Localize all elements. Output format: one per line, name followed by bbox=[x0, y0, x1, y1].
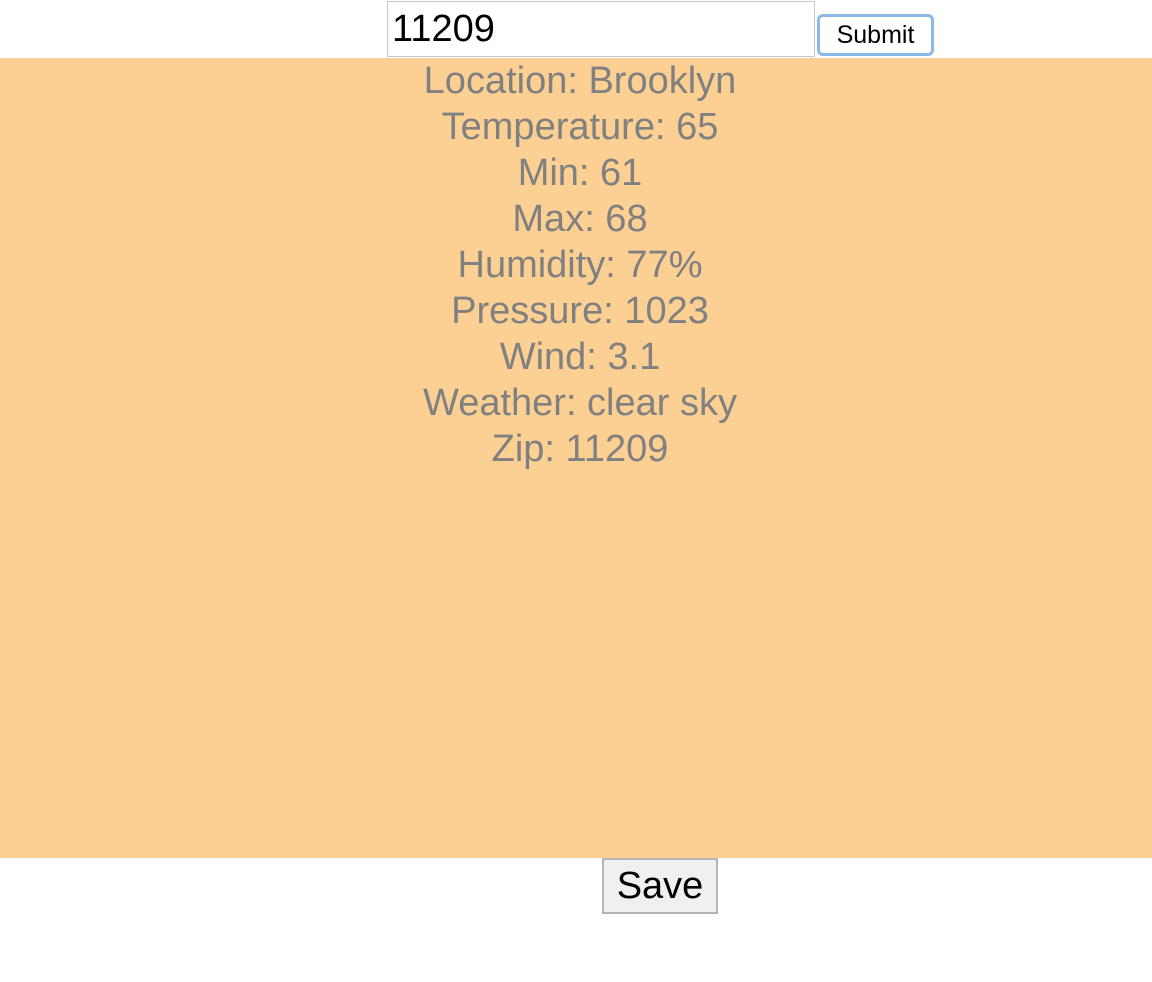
pressure-text: Pressure: 1023 bbox=[451, 290, 709, 332]
submit-button[interactable]: Submit bbox=[817, 14, 934, 56]
location-text: Location: Brooklyn bbox=[423, 60, 737, 102]
wind-text: Wind: 3.1 bbox=[499, 336, 661, 378]
temperature-text: Temperature: 65 bbox=[441, 106, 719, 148]
save-button[interactable]: Save bbox=[602, 858, 718, 914]
weather-description-text: Weather: clear sky bbox=[423, 382, 737, 424]
search-bar: Submit bbox=[0, 0, 1152, 58]
zip-input[interactable] bbox=[387, 1, 815, 57]
min-temperature-text: Min: 61 bbox=[517, 152, 643, 194]
weather-info-list: Location: Brooklyn Temperature: 65 Min: … bbox=[0, 58, 1152, 472]
weather-panel: Location: Brooklyn Temperature: 65 Min: … bbox=[0, 58, 1152, 858]
zip-text: Zip: 11209 bbox=[491, 428, 669, 470]
max-temperature-text: Max: 68 bbox=[512, 198, 648, 240]
humidity-text: Humidity: 77% bbox=[457, 244, 703, 286]
